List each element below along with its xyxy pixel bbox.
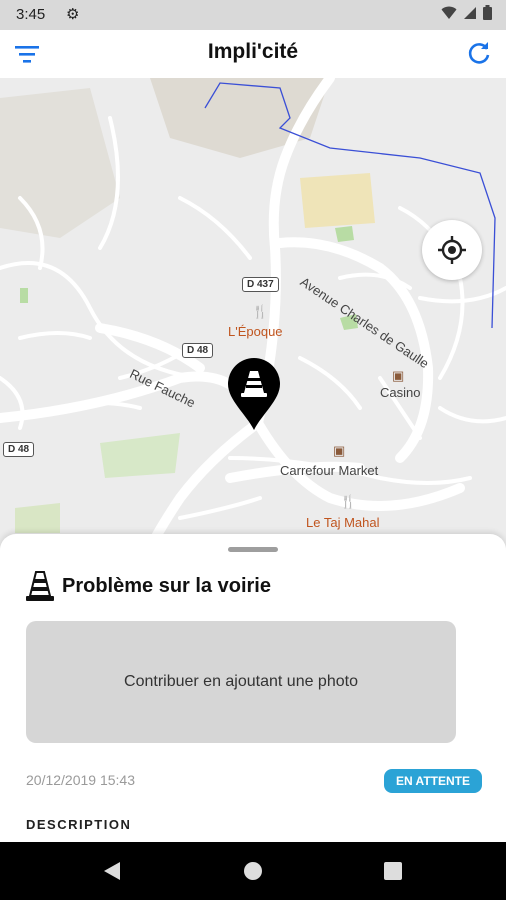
add-photo-label: Contribuer en ajoutant une photo bbox=[124, 673, 358, 690]
road-badge-d48-west: D 48 bbox=[3, 442, 35, 457]
wifi-icon bbox=[441, 6, 457, 19]
report-category-title: Problème sur la voirie bbox=[62, 575, 271, 597]
shop-icon: ▣ bbox=[333, 443, 346, 458]
back-icon bbox=[104, 862, 120, 880]
status-icons bbox=[441, 5, 492, 20]
locate-me-button[interactable] bbox=[422, 220, 482, 280]
sheet-drag-handle[interactable] bbox=[228, 547, 278, 552]
poi-l-epoque[interactable]: L'Époque bbox=[228, 324, 283, 339]
recents-icon bbox=[384, 862, 402, 880]
description-heading: DESCRIPTION bbox=[26, 817, 132, 832]
road-badge-d48: D 48 bbox=[182, 343, 214, 358]
add-photo-area[interactable]: Contribuer en ajoutant une photo bbox=[26, 621, 456, 743]
restaurant-icon: 🍴 bbox=[252, 304, 269, 319]
app-bar: Impli'cité bbox=[0, 30, 506, 79]
home-button[interactable] bbox=[223, 842, 283, 900]
report-marker[interactable] bbox=[226, 356, 282, 432]
road-badge-d437: D 437 bbox=[242, 277, 279, 292]
status-time: 3:45 bbox=[16, 6, 46, 23]
crosshair-icon bbox=[438, 236, 466, 264]
poi-carrefour-market[interactable]: Carrefour Market bbox=[280, 463, 378, 478]
traffic-cone-icon bbox=[26, 571, 54, 601]
restaurant-icon: 🍴 bbox=[340, 494, 357, 509]
back-button[interactable] bbox=[82, 842, 142, 900]
home-icon bbox=[244, 862, 262, 880]
report-date: 20/12/2019 15:43 bbox=[26, 772, 135, 788]
signal-icon bbox=[464, 6, 476, 19]
gear-icon: ⚙ bbox=[66, 6, 80, 23]
status-badge: EN ATTENTE bbox=[384, 769, 482, 793]
battery-icon bbox=[483, 5, 492, 20]
app-title: Impli'cité bbox=[207, 40, 299, 63]
recents-button[interactable] bbox=[363, 842, 423, 900]
poi-casino[interactable]: Casino bbox=[380, 385, 420, 400]
poi-le-taj-mahal[interactable]: Le Taj Mahal bbox=[306, 515, 379, 530]
shop-icon: ▣ bbox=[392, 368, 405, 383]
status-bar: 3:45 ⚙ bbox=[0, 0, 506, 30]
report-detail-sheet[interactable]: Problème sur la voirie Contribuer en ajo… bbox=[0, 534, 506, 842]
system-nav-bar bbox=[0, 842, 506, 900]
refresh-icon bbox=[468, 42, 490, 64]
refresh-button[interactable] bbox=[463, 38, 495, 70]
map-view[interactable]: D 437 D 48 D 48 Avenue Charles de Gaulle… bbox=[0, 78, 506, 548]
